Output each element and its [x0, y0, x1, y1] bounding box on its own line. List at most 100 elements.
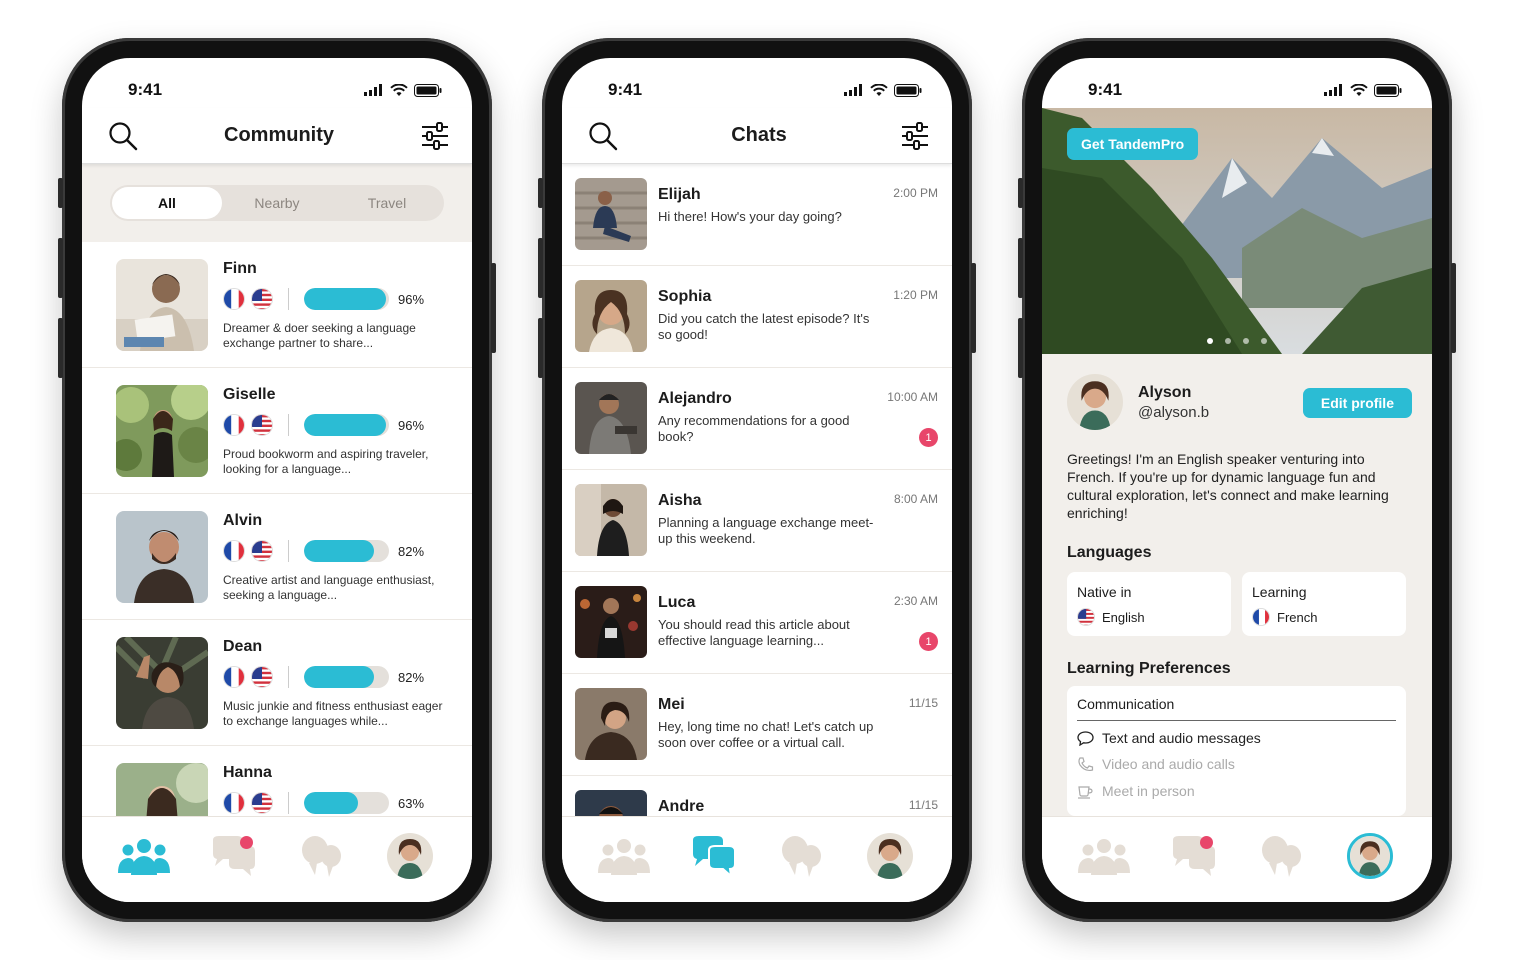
man-night-city-photo: [575, 586, 647, 658]
status-bar: 9:41: [1042, 58, 1432, 108]
chat-preview: You should read this article about effec…: [658, 617, 850, 648]
search-icon[interactable]: [108, 121, 138, 151]
bottom-tab-bar: [1042, 816, 1432, 902]
page-title: Community: [224, 124, 334, 146]
tab-speak[interactable]: [1253, 832, 1309, 880]
languages-title: Languages: [1067, 544, 1152, 561]
chat-row[interactable]: Sophia Did you catch the latest episode?…: [562, 266, 952, 368]
us-flag-icon: [251, 666, 273, 688]
tab-chats[interactable]: [1165, 832, 1221, 880]
tab-profile[interactable]: [382, 832, 438, 880]
battery-icon: [1374, 83, 1402, 97]
profile-handle: @alyson.b: [1138, 404, 1210, 421]
learning-preferences-title: Learning Preferences: [1067, 660, 1231, 677]
community-header: Community: [82, 108, 472, 164]
profile-body: Alyson @alyson.b Edit profile Greetings!…: [1042, 354, 1432, 816]
chat-name: Elijah: [658, 186, 701, 203]
language-flags: [223, 414, 273, 436]
chat-preview: Planning a language exchange meet-up thi…: [658, 515, 874, 546]
france-flag-icon: [223, 540, 245, 562]
member-name: Giselle: [223, 386, 276, 403]
chat-row[interactable]: Luca You should read this article about …: [562, 572, 952, 674]
community-icon: [1078, 838, 1131, 875]
member-name: Finn: [223, 260, 257, 277]
chat-name: Sophia: [658, 288, 712, 305]
communication-card: Communication Text and audio messages Vi…: [1067, 686, 1406, 816]
member-name: Alvin: [223, 512, 263, 529]
france-flag-icon: [223, 666, 245, 688]
man-beard-photo: [116, 511, 208, 603]
language-flags: [223, 792, 273, 814]
tab-community[interactable]: [1076, 832, 1132, 880]
wifi-icon: [870, 83, 888, 96]
chat-time: 8:00 AM: [893, 492, 938, 506]
match-bar: [304, 792, 389, 814]
phone-profile: 9:41 Get TandemPro Alyson @alyson.b Edit…: [1018, 38, 1456, 922]
segment-travel[interactable]: Travel: [332, 187, 442, 219]
status-bar: 9:41: [562, 58, 952, 108]
battery-icon: [414, 83, 442, 97]
chat-list: Elijah Hi there! How's your day going? 2…: [562, 164, 952, 878]
get-pro-button[interactable]: Get TandemPro: [1067, 128, 1199, 160]
segment-all[interactable]: All: [112, 187, 222, 219]
signal-icon: [1324, 84, 1342, 96]
tab-community[interactable]: [116, 832, 172, 880]
woman-phone-photo: [575, 484, 647, 556]
france-flag-icon: [1252, 608, 1270, 626]
tab-profile[interactable]: [862, 832, 918, 880]
chat-name: Alejandro: [658, 390, 732, 407]
match-percent: 82%: [398, 544, 425, 559]
member-bio: Creative artist and language enthusiast,…: [223, 573, 435, 602]
tab-speak[interactable]: [293, 832, 349, 880]
segment-nearby[interactable]: Nearby: [222, 187, 332, 219]
tab-chats[interactable]: [205, 832, 261, 880]
status-time: 9:41: [1088, 80, 1123, 99]
france-flag-icon: [223, 792, 245, 814]
tab-community[interactable]: [596, 832, 652, 880]
language-flags: [223, 540, 273, 562]
edit-profile-button[interactable]: Edit profile: [1302, 388, 1412, 418]
status-time: 9:41: [608, 80, 643, 99]
member-row[interactable]: Finn 96% Dreamer & doer seeking a langua…: [82, 242, 472, 368]
page-title: Chats: [731, 124, 787, 146]
status-bar: 9:41: [82, 58, 472, 108]
member-row[interactable]: Dean 82% Music junkie and fitness enthus…: [82, 620, 472, 746]
chat-time: 11/15: [908, 798, 938, 812]
member-row[interactable]: Giselle 96% Proud bookworm and aspiring …: [82, 368, 472, 494]
chat-row[interactable]: Mei Hey, long time no chat! Let's catch …: [562, 674, 952, 776]
battery-icon: [894, 83, 922, 97]
avatar: [866, 832, 913, 879]
tab-speak[interactable]: [773, 832, 829, 880]
language-flags: [223, 288, 273, 310]
filter-sliders-icon[interactable]: [900, 121, 930, 150]
community-icon: [598, 838, 651, 875]
phone-icon: [1078, 756, 1094, 771]
chat-time: 10:00 AM: [887, 390, 938, 404]
cover-photo-carousel[interactable]: Get TandemPro: [1042, 108, 1432, 354]
speech-balloons-icon: [302, 835, 342, 877]
member-row[interactable]: Alvin 82% Creative artist and language e…: [82, 494, 472, 620]
pref-row: Meet in person: [1077, 783, 1195, 799]
chat-time: 11/15: [908, 696, 938, 710]
chat-name: Aisha: [658, 492, 702, 509]
chat-row[interactable]: Elijah Hi there! How's your day going? 2…: [562, 164, 952, 266]
tab-profile[interactable]: [1342, 832, 1398, 880]
search-icon[interactable]: [588, 121, 618, 151]
native-label: Native in: [1077, 584, 1132, 600]
man-sitting-photo: [575, 382, 647, 454]
woman-forest-photo: [116, 385, 208, 477]
signal-icon: [844, 84, 862, 96]
phone-community: 9:41 Community All Nearby Travel Finn 96…: [58, 38, 496, 922]
chat-bubbles-icon: [692, 835, 736, 876]
tab-chats[interactable]: [685, 832, 741, 880]
wifi-icon: [390, 83, 408, 96]
language-flags: [223, 666, 273, 688]
filter-sliders-icon[interactable]: [420, 121, 450, 150]
match-bar: [304, 414, 389, 436]
chat-preview: Did you catch the latest episode? It's s…: [658, 311, 870, 342]
us-flag-icon: [251, 540, 273, 562]
chat-row[interactable]: Aisha Planning a language exchange meet-…: [562, 470, 952, 572]
communication-title: Communication: [1077, 696, 1175, 712]
speech-bubble-icon: [1077, 730, 1094, 746]
chat-row[interactable]: Alejandro Any recommendations for a good…: [562, 368, 952, 470]
